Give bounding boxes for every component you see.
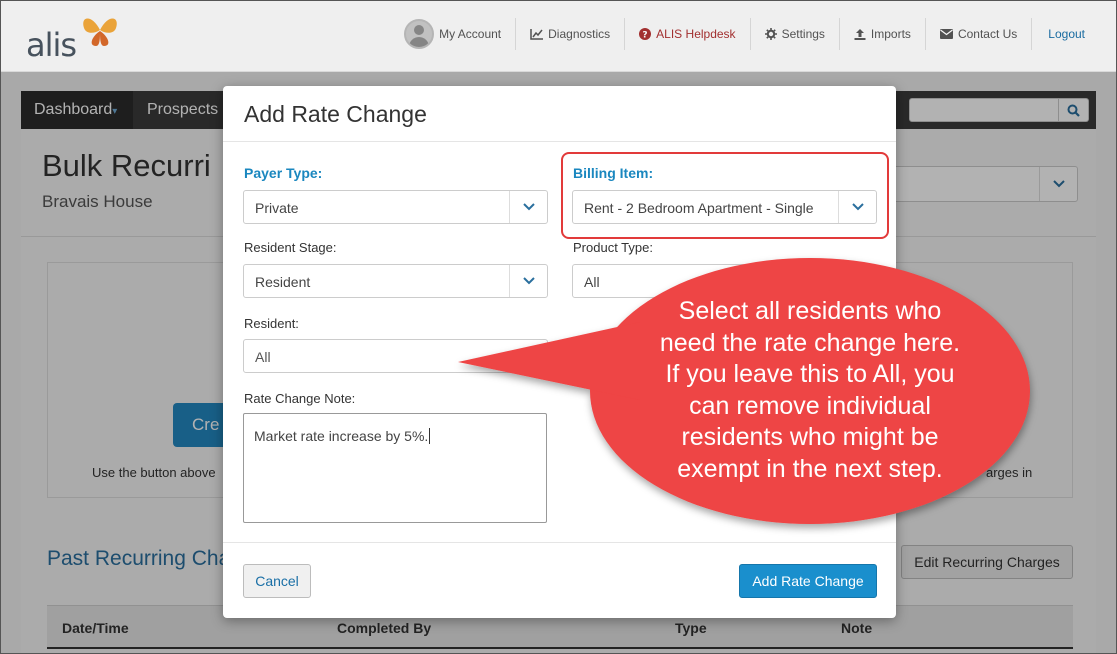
callout-line: need the rate change here. xyxy=(659,328,961,357)
callout-line: exempt in the next step. xyxy=(677,454,943,483)
callout-line: can remove individual xyxy=(689,391,931,420)
callout-line: If you leave this to All, you xyxy=(665,360,955,388)
callout-text: Select all residents who need the rate c… xyxy=(630,296,990,485)
callout-line: Select all residents who xyxy=(678,297,942,325)
callout-line: residents who might be xyxy=(681,423,939,451)
